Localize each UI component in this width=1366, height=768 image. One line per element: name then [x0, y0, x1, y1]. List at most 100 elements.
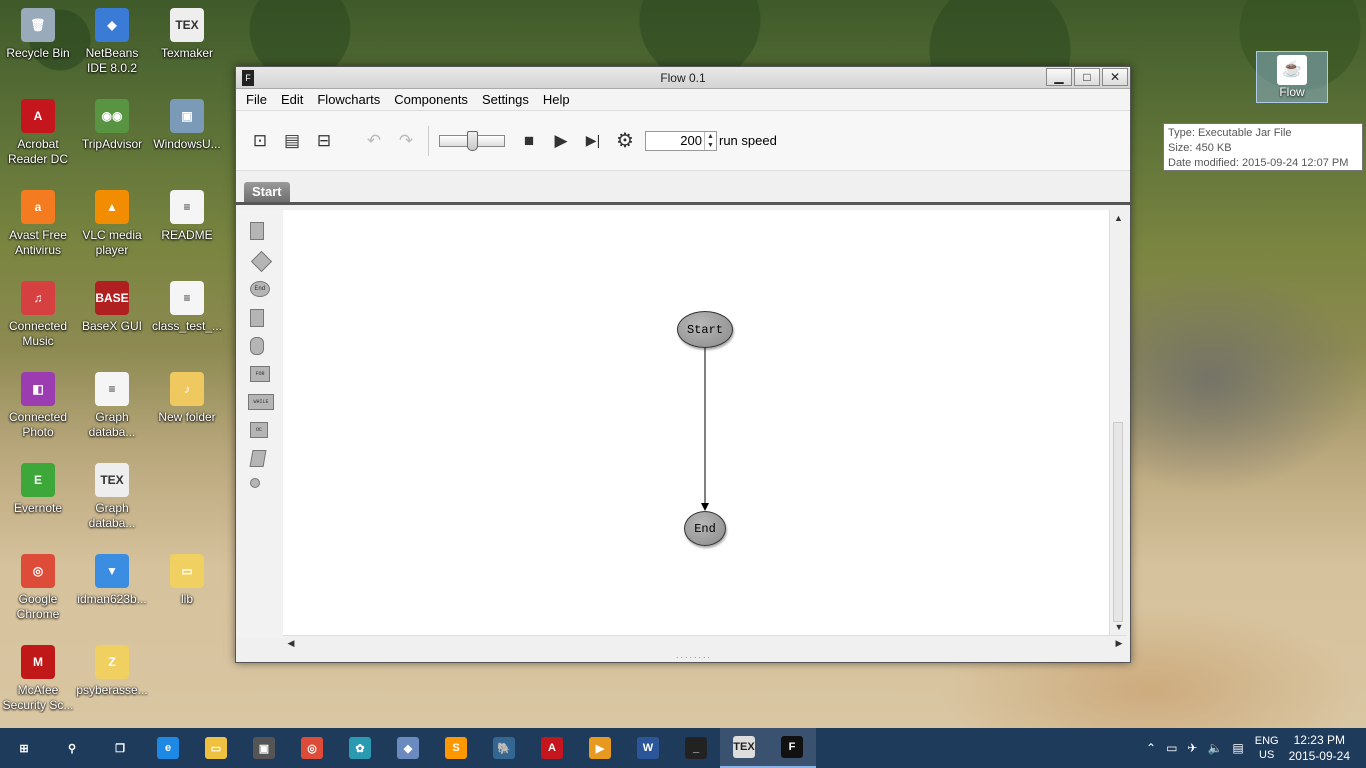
menu-help[interactable]: Help: [536, 92, 577, 107]
language-indicator[interactable]: ENG US: [1255, 734, 1279, 762]
taskbar-acrobat[interactable]: A: [528, 728, 576, 768]
vertical-scroll-thumb[interactable]: [1113, 422, 1123, 622]
gear-icon[interactable]: ⚙: [609, 125, 641, 157]
taskbar-word[interactable]: W: [624, 728, 672, 768]
scroll-left-icon[interactable]: ◀: [283, 638, 299, 649]
decision-icon[interactable]: [250, 250, 273, 273]
desktop-icon[interactable]: ◆ NetBeans IDE 8.0.2: [74, 4, 150, 76]
tab-start[interactable]: Start: [244, 182, 290, 202]
while-loop-icon[interactable]: WHILE: [248, 394, 274, 410]
desktop-icon[interactable]: ≡ Graph databa...: [74, 368, 150, 440]
taskbar-postgres[interactable]: 🐘: [480, 728, 528, 768]
undo-icon[interactable]: ↶: [358, 125, 390, 157]
stop-icon[interactable]: ■: [513, 125, 545, 157]
slider-thumb[interactable]: [467, 130, 478, 151]
spinner-down-icon[interactable]: ▼: [705, 141, 716, 150]
desktop-icon[interactable]: ≡ README: [149, 186, 225, 243]
desktop-icon[interactable]: A Acrobat Reader DC: [0, 95, 76, 167]
horizontal-scrollbar[interactable]: ◀ ▶: [283, 635, 1127, 651]
menu-flowcharts[interactable]: Flowcharts: [310, 92, 387, 107]
step-icon[interactable]: ▶|: [577, 125, 609, 157]
app-6-icon: ✿: [349, 737, 371, 759]
title-bar[interactable]: F Flow 0.1 ▁ □ ✕: [236, 67, 1130, 89]
desktop-icon[interactable]: TEX Texmaker: [149, 4, 225, 61]
desktop-icon[interactable]: ▭ lib: [149, 550, 225, 607]
io-parallelogram-icon[interactable]: [249, 450, 267, 467]
window-title: Flow 0.1: [660, 70, 706, 85]
connector-dot-icon[interactable]: [250, 478, 260, 488]
flow-jar-file[interactable]: ☕ Flow: [1256, 51, 1328, 103]
desktop-icon[interactable]: E Evernote: [0, 459, 76, 516]
taskbar-store[interactable]: ▣: [240, 728, 288, 768]
process-block-icon[interactable]: [250, 222, 264, 240]
menu-settings[interactable]: Settings: [475, 92, 536, 107]
rounded-block-icon[interactable]: [250, 337, 264, 355]
speed-input[interactable]: [646, 131, 704, 150]
play-icon[interactable]: ▶: [545, 125, 577, 157]
subroutine-icon[interactable]: [250, 309, 264, 327]
save-icon[interactable]: ⊟: [308, 125, 340, 157]
taskbar-chrome[interactable]: ◎: [288, 728, 336, 768]
oc-block-icon[interactable]: OC: [250, 422, 268, 438]
volume-icon[interactable]: 🔈: [1207, 741, 1222, 755]
chevron-up-icon[interactable]: ⌃: [1146, 741, 1156, 755]
taskbar-search[interactable]: ⚲: [48, 728, 96, 768]
taskbar-virtualbox[interactable]: ◆: [384, 728, 432, 768]
end-node[interactable]: End: [684, 511, 726, 546]
speed-slider[interactable]: [439, 130, 505, 151]
scroll-up-icon[interactable]: ▲: [1110, 210, 1127, 226]
minimize-button[interactable]: ▁: [1046, 68, 1072, 86]
desktop-icon[interactable]: ♫ Connected Music: [0, 277, 76, 349]
menu-components[interactable]: Components: [387, 92, 475, 107]
desktop-icon[interactable]: a Avast Free Antivirus: [0, 186, 76, 258]
menu-file[interactable]: File: [239, 92, 274, 107]
desktop-icon-label: WindowsU...: [153, 137, 221, 151]
desktop-icon[interactable]: M McAfee Security Sc...: [0, 641, 76, 713]
spinner-up-icon[interactable]: ▲: [705, 132, 716, 141]
desktop-icon[interactable]: ♪ New folder: [149, 368, 225, 425]
scroll-down-icon[interactable]: ▼: [1110, 619, 1128, 635]
desktop-icon[interactable]: Zpsyberasse...: [74, 641, 150, 698]
desktop-icon[interactable]: ◎ Google Chrome: [0, 550, 76, 622]
desktop-icon[interactable]: TEX Graph databa...: [74, 459, 150, 531]
airplane-icon[interactable]: ✈: [1187, 741, 1197, 755]
clock[interactable]: 12:23 PM 2015-09-24: [1289, 732, 1350, 764]
desktop-icon[interactable]: BASE BaseX GUI: [74, 277, 150, 334]
desktop-icon[interactable]: ▼ idman623b...: [74, 550, 150, 607]
desktop-icon[interactable]: ◉◉ TripAdvisor: [74, 95, 150, 152]
notification-icon[interactable]: ▤: [1232, 741, 1243, 755]
app-icon: a: [21, 190, 55, 224]
open-icon[interactable]: ▤: [276, 125, 308, 157]
close-button[interactable]: ✕: [1102, 68, 1128, 86]
for-loop-icon[interactable]: FOR: [250, 366, 270, 382]
desktop-icon-label: README: [161, 228, 213, 242]
desktop-icon[interactable]: ▲ VLC media player: [74, 186, 150, 258]
resize-grip[interactable]: ........: [676, 650, 712, 660]
flow-window: F Flow 0.1 ▁ □ ✕ File Edit Flowcharts Co…: [235, 66, 1131, 663]
desktop-icon[interactable]: 🗑 Recycle Bin: [0, 4, 76, 61]
flowchart-canvas[interactable]: Start End: [283, 210, 1109, 635]
taskbar-file-explorer[interactable]: ▭: [192, 728, 240, 768]
redo-icon[interactable]: ↷: [390, 125, 422, 157]
vertical-scrollbar[interactable]: ▲ ▼: [1109, 210, 1127, 635]
maximize-button[interactable]: □: [1074, 68, 1100, 86]
taskbar-media[interactable]: ▶: [576, 728, 624, 768]
menu-edit[interactable]: Edit: [274, 92, 310, 107]
taskbar-texmaker[interactable]: TEX: [720, 728, 768, 768]
battery-icon[interactable]: ▭: [1166, 741, 1177, 755]
taskbar-terminal[interactable]: _: [672, 728, 720, 768]
taskbar-start-button[interactable]: ⊞: [0, 728, 48, 768]
taskbar-task-view[interactable]: ❐: [96, 728, 144, 768]
desktop-icon[interactable]: ▣ WindowsU...: [149, 95, 225, 152]
new-flowchart-icon[interactable]: ⊡: [244, 125, 276, 157]
taskbar-edge[interactable]: e: [144, 728, 192, 768]
taskbar-app-6[interactable]: ✿: [336, 728, 384, 768]
taskbar-flow[interactable]: F: [768, 728, 816, 768]
end-terminal-icon[interactable]: End: [250, 281, 270, 297]
speed-spinner[interactable]: ▲ ▼: [645, 130, 717, 151]
scroll-right-icon[interactable]: ▶: [1111, 638, 1127, 649]
start-node[interactable]: Start: [677, 311, 733, 348]
desktop-icon[interactable]: ◧ Connected Photo: [0, 368, 76, 440]
desktop-icon[interactable]: ≡ class_test_...: [149, 277, 225, 334]
taskbar-sublime[interactable]: S: [432, 728, 480, 768]
